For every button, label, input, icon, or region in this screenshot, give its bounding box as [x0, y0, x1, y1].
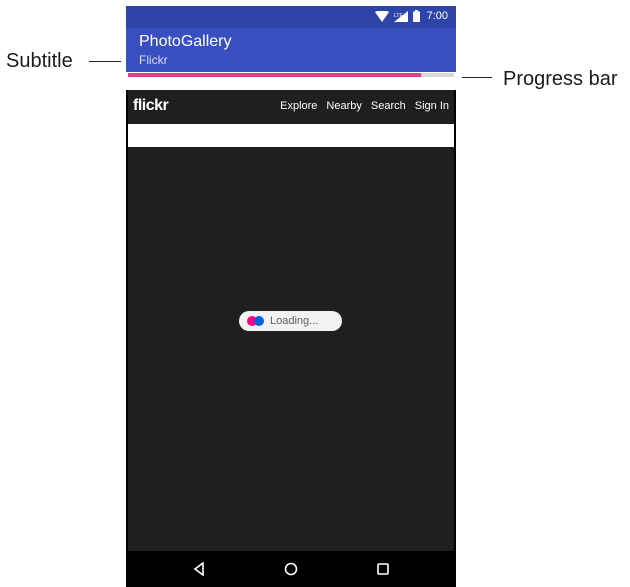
wifi-icon [374, 10, 389, 22]
flickr-logo[interactable]: flickr [133, 97, 169, 115]
flickr-header: flickr Explore Nearby Search Sign In [128, 90, 454, 124]
phone-screen: LTE 7:00 PhotoGallery Flickr flickr Expl… [126, 6, 456, 587]
nav-explore-link[interactable]: Explore [280, 100, 317, 112]
recent-apps-icon[interactable] [373, 559, 393, 579]
back-icon[interactable] [189, 559, 209, 579]
flickr-nav: Explore Nearby Search Sign In [280, 100, 449, 112]
cell-signal-icon: LTE [393, 10, 408, 22]
status-bar: LTE 7:00 [126, 6, 456, 28]
webview-content: Loading... [128, 147, 454, 551]
app-subtitle: Flickr [139, 53, 168, 67]
subtitle-callout-line [89, 61, 121, 62]
nav-nearby-link[interactable]: Nearby [326, 100, 361, 112]
nav-search-link[interactable]: Search [371, 100, 406, 112]
search-strip [128, 124, 454, 147]
system-nav-bar [126, 551, 456, 587]
status-icons: LTE 7:00 [374, 10, 448, 22]
progress-area [126, 72, 456, 90]
subtitle-callout-label: Subtitle [6, 50, 73, 72]
home-icon[interactable] [281, 559, 301, 579]
progress-bar-callout-label: Progress bar [503, 68, 618, 90]
flickr-dots-icon [247, 316, 265, 326]
app-title: PhotoGallery [139, 33, 232, 50]
progress-bar-callout-line [462, 77, 492, 78]
battery-icon [412, 10, 420, 22]
loading-indicator: Loading... [239, 311, 342, 331]
loading-text: Loading... [270, 315, 319, 327]
app-bar: PhotoGallery Flickr [126, 28, 456, 72]
nav-sign-in-link[interactable]: Sign In [415, 100, 449, 112]
progress-bar-track [128, 73, 454, 77]
blue-dot [254, 316, 264, 326]
progress-bar-fill [128, 73, 422, 77]
status-time: 7:00 [426, 10, 448, 22]
svg-text:LTE: LTE [394, 13, 403, 19]
